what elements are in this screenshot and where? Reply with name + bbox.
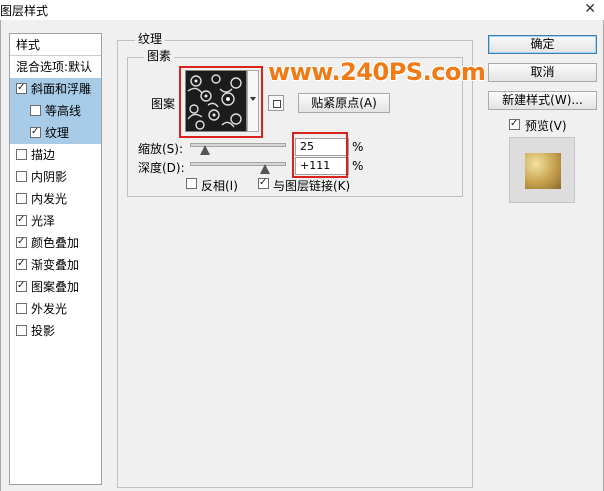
style-item-checkbox[interactable] [16, 171, 27, 182]
style-item-checkbox[interactable] [30, 105, 41, 116]
title-bar: 图层样式 ✕ [0, 0, 604, 20]
scale-slider-thumb[interactable] [199, 145, 210, 155]
invert-label: 反相(I) [201, 179, 238, 193]
new-preset-icon[interactable] [268, 95, 284, 111]
style-item-checkbox[interactable] [16, 149, 27, 160]
style-item[interactable]: 外发光 [10, 298, 101, 320]
style-item-checkbox[interactable] [16, 303, 27, 314]
depth-slider[interactable] [190, 162, 286, 166]
styles-header: 样式 [16, 38, 41, 52]
style-item[interactable]: 描边 [10, 144, 101, 166]
style-item-label: 内阴影 [31, 170, 68, 184]
elements-group-title: 图素 [144, 49, 175, 63]
window-title: 图层样式 [0, 4, 49, 18]
style-item-label: 投影 [31, 324, 56, 338]
style-item-label: 等高线 [45, 104, 82, 118]
pattern-label: 图案 [151, 97, 176, 111]
scale-percent: % [352, 140, 364, 154]
style-item[interactable]: 颜色叠加 [10, 232, 101, 254]
style-item-label: 图案叠加 [31, 280, 80, 294]
style-item-checkbox[interactable] [16, 193, 27, 204]
depth-percent: % [352, 159, 364, 173]
preview-checkbox[interactable] [509, 116, 520, 132]
depth-label: 深度(D): [138, 161, 185, 175]
preview-label: 预览(V) [525, 119, 567, 133]
style-item-label: 外发光 [31, 302, 68, 316]
cancel-button[interactable]: 取消 [488, 63, 597, 82]
style-item[interactable]: 图案叠加 [10, 276, 101, 298]
style-item-label: 混合选项:默认 [16, 60, 93, 74]
values-highlight-box [292, 132, 348, 178]
style-preview-thumbnail [509, 137, 575, 203]
new-style-button[interactable]: 新建样式(W)... [488, 91, 597, 110]
gold-swatch [525, 153, 561, 189]
style-item-checkbox[interactable] [16, 234, 27, 250]
watermark-text: www.240PS.com [268, 58, 486, 86]
style-item-checkbox[interactable] [16, 256, 27, 272]
link-with-layer-label: 与图层链接(K) [273, 179, 351, 193]
style-item[interactable]: 斜面和浮雕 [10, 78, 101, 100]
snap-to-origin-button[interactable]: 贴紧原点(A) [298, 93, 390, 113]
style-item-label: 光泽 [31, 214, 56, 228]
style-item-label: 描边 [31, 148, 56, 162]
style-item[interactable]: 投影 [10, 320, 101, 342]
style-item-checkbox[interactable] [16, 212, 27, 228]
style-item-checkbox[interactable] [30, 124, 41, 140]
style-item[interactable]: 光泽 [10, 210, 101, 232]
style-item-label: 内发光 [31, 192, 68, 206]
texture-group-title: 纹理 [135, 32, 166, 46]
style-item-label: 颜色叠加 [31, 236, 80, 250]
style-item[interactable]: 渐变叠加 [10, 254, 101, 276]
style-item[interactable]: 等高线 [10, 100, 101, 122]
style-item[interactable]: 纹理 [10, 122, 101, 144]
scale-label: 缩放(S): [138, 142, 184, 156]
style-item-label: 斜面和浮雕 [31, 82, 92, 96]
style-item-checkbox[interactable] [16, 278, 27, 294]
style-item[interactable]: 内发光 [10, 188, 101, 210]
ok-button[interactable]: 确定 [488, 35, 597, 54]
pattern-highlight-box [179, 66, 263, 138]
link-with-layer-checkbox[interactable] [258, 175, 269, 191]
styles-list: 样式 混合选项:默认斜面和浮雕等高线纹理描边内阴影内发光光泽颜色叠加渐变叠加图案… [9, 33, 102, 485]
depth-slider-thumb[interactable] [259, 164, 270, 174]
style-item-checkbox[interactable] [16, 325, 27, 336]
invert-checkbox[interactable] [186, 178, 197, 189]
style-item-label: 纹理 [45, 126, 70, 140]
style-item[interactable]: 内阴影 [10, 166, 101, 188]
style-item-label: 渐变叠加 [31, 258, 80, 272]
style-item[interactable]: 混合选项:默认 [10, 56, 101, 78]
close-icon[interactable]: ✕ [584, 1, 596, 17]
style-item-checkbox[interactable] [16, 80, 27, 96]
